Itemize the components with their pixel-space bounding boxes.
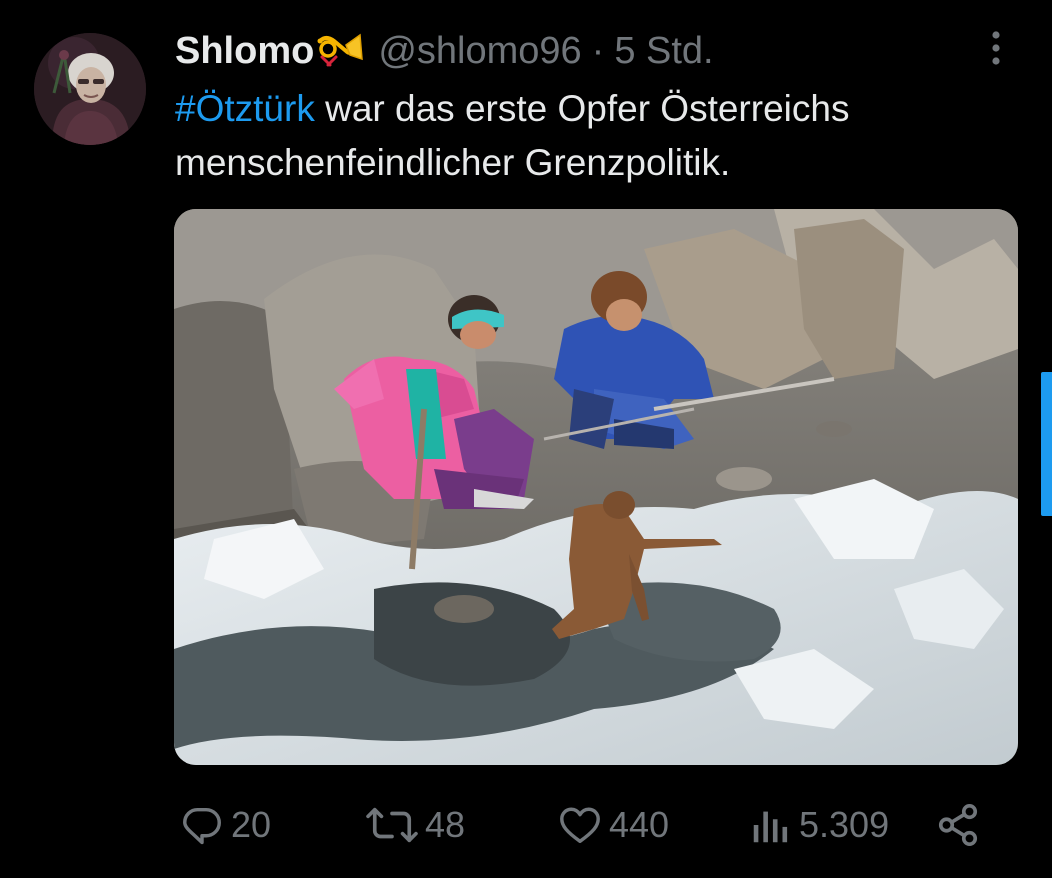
repost-button[interactable]: 48 [365,795,465,855]
repost-icon [366,807,418,843]
more-options-button[interactable] [976,28,1016,68]
author-handle[interactable]: @shlomo96 [378,26,581,76]
scroll-position-indicator [1041,372,1052,516]
views-count: 5.309 [799,804,890,845]
like-button[interactable]: 440 [557,795,669,855]
post-action-bar: 20 48 440 5.309 [0,795,1052,855]
reply-icon [183,807,221,845]
like-count: 440 [609,804,670,845]
author-display-name[interactable]: Shlomo [175,26,314,76]
analytics-icon [753,811,788,843]
glacier-photo [174,209,1018,765]
share-button[interactable] [935,795,981,855]
reply-button[interactable]: 20 [179,795,271,855]
post-media-photo[interactable] [174,209,1018,765]
post-timestamp[interactable]: 5 Std. [614,26,713,76]
author-avatar[interactable] [34,33,146,145]
post-text: #Ötztürk war das erste Opfer Österreichs… [175,82,1015,190]
post-header: Shlomo @shlomo96 · 5 Std. [175,26,714,76]
header-separator: · [591,30,605,72]
avatar-portrait [34,33,146,145]
heart-icon [560,807,600,844]
views-button[interactable]: 5.309 [749,795,889,855]
reply-count: 20 [231,804,272,845]
more-vertical-icon [992,31,1000,65]
share-icon [938,804,978,846]
repost-count: 48 [425,804,466,845]
hashtag-link[interactable]: #Ötztürk [175,88,315,129]
posthorn-emoji-icon [316,31,364,71]
